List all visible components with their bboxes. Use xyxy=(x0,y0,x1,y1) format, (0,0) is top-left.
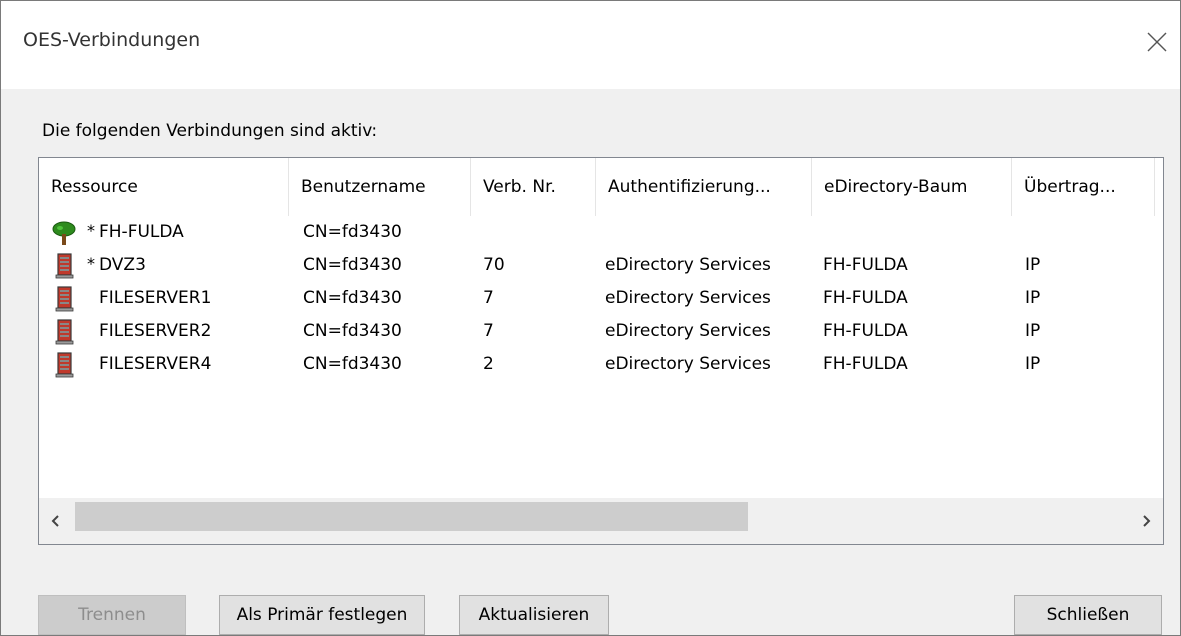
username: CN=fd3430 xyxy=(303,354,402,374)
tree-icon xyxy=(51,220,77,246)
table-row[interactable]: FILESERVER4 CN=fd3430 2 eDirectory Servi… xyxy=(39,348,1163,381)
table-row[interactable]: FILESERVER1 CN=fd3430 7 eDirectory Servi… xyxy=(39,282,1163,315)
chevron-right-icon[interactable] xyxy=(1129,498,1163,544)
server-icon xyxy=(55,253,81,279)
transport: IP xyxy=(1025,255,1041,275)
table-row[interactable]: * FH-FULDA CN=fd3430 xyxy=(39,216,1163,249)
refresh-button[interactable]: Aktualisieren xyxy=(459,595,609,635)
primary-marker: * xyxy=(87,221,95,240)
title-bar: OES-Verbindungen xyxy=(1,1,1180,89)
username: CN=fd3430 xyxy=(303,222,402,242)
transport: IP xyxy=(1025,321,1041,341)
resource-name: DVZ3 xyxy=(99,255,146,275)
edirectory-tree: FH-FULDA xyxy=(823,255,908,275)
chevron-left-icon[interactable] xyxy=(39,498,73,544)
resource-name: FH-FULDA xyxy=(99,222,184,242)
table-row[interactable]: * DVZ3 CN=fd3430 70 eDirectory Services … xyxy=(39,249,1163,282)
column-header-authentication[interactable]: Authentifizierung... xyxy=(596,158,812,216)
authentication: eDirectory Services xyxy=(605,288,771,308)
edirectory-tree: FH-FULDA xyxy=(823,321,908,341)
intro-label: Die folgenden Verbindungen sind aktiv: xyxy=(42,121,378,141)
column-header-connection-number[interactable]: Verb. Nr. xyxy=(471,158,596,216)
resource-name: FILESERVER4 xyxy=(99,354,212,374)
resource-name: FILESERVER2 xyxy=(99,321,212,341)
authentication: eDirectory Services xyxy=(605,354,771,374)
transport: IP xyxy=(1025,354,1041,374)
connection-number: 7 xyxy=(483,321,494,341)
close-icon[interactable] xyxy=(1142,27,1172,57)
set-primary-button[interactable]: Als Primär festlegen xyxy=(219,595,425,635)
edirectory-tree: FH-FULDA xyxy=(823,288,908,308)
scrollbar-thumb[interactable] xyxy=(75,502,748,531)
window-title: OES-Verbindungen xyxy=(23,29,201,51)
username: CN=fd3430 xyxy=(303,321,402,341)
horizontal-scrollbar[interactable] xyxy=(39,498,1163,544)
server-icon xyxy=(55,319,81,345)
connections-list[interactable]: Ressource Benutzername Verb. Nr. Authent… xyxy=(38,157,1164,545)
column-header-edirectory-tree[interactable]: eDirectory-Baum xyxy=(812,158,1012,216)
connection-number: 7 xyxy=(483,288,494,308)
column-header-resource[interactable]: Ressource xyxy=(39,158,289,216)
close-button[interactable]: Schließen xyxy=(1014,595,1162,635)
authentication: eDirectory Services xyxy=(605,321,771,341)
server-icon xyxy=(55,286,81,312)
server-icon xyxy=(55,352,81,378)
disconnect-button[interactable]: Trennen xyxy=(38,595,186,635)
table-row[interactable]: FILESERVER2 CN=fd3430 7 eDirectory Servi… xyxy=(39,315,1163,348)
column-header-username[interactable]: Benutzername xyxy=(289,158,471,216)
username: CN=fd3430 xyxy=(303,288,402,308)
connection-number: 2 xyxy=(483,354,494,374)
edirectory-tree: FH-FULDA xyxy=(823,354,908,374)
list-header: Ressource Benutzername Verb. Nr. Authent… xyxy=(39,158,1163,216)
transport: IP xyxy=(1025,288,1041,308)
username: CN=fd3430 xyxy=(303,255,402,275)
oes-connections-dialog: OES-Verbindungen Die folgenden Verbindun… xyxy=(0,0,1181,636)
column-header-transport[interactable]: Übertrag... xyxy=(1012,158,1155,216)
authentication: eDirectory Services xyxy=(605,255,771,275)
resource-name: FILESERVER1 xyxy=(99,288,212,308)
connection-number: 70 xyxy=(483,255,505,275)
primary-marker: * xyxy=(87,254,95,273)
